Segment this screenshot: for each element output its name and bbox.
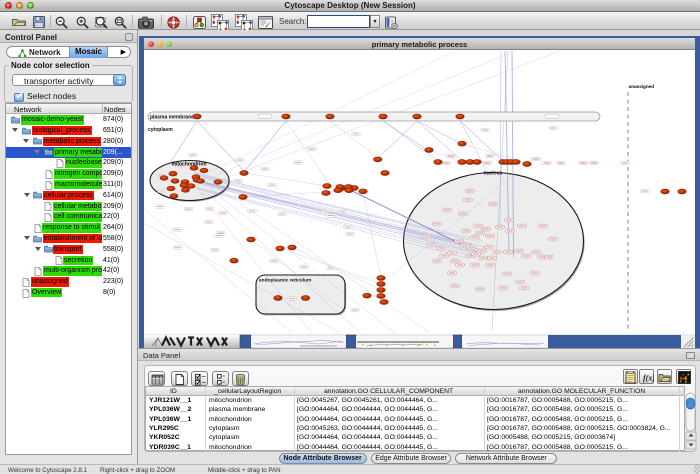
svg-text:endoplasmic reticulum: endoplasmic reticulum xyxy=(259,278,311,284)
svg-text:cytoplasm: cytoplasm xyxy=(148,127,173,133)
svg-text:f(x): f(x) xyxy=(643,373,654,382)
svg-text:nucleus: nucleus xyxy=(484,171,503,177)
svg-text:plasma membrane: plasma membrane xyxy=(150,115,194,121)
svg-text:unassigned: unassigned xyxy=(629,84,655,89)
svg-text:mitochondrion: mitochondrion xyxy=(172,162,207,168)
